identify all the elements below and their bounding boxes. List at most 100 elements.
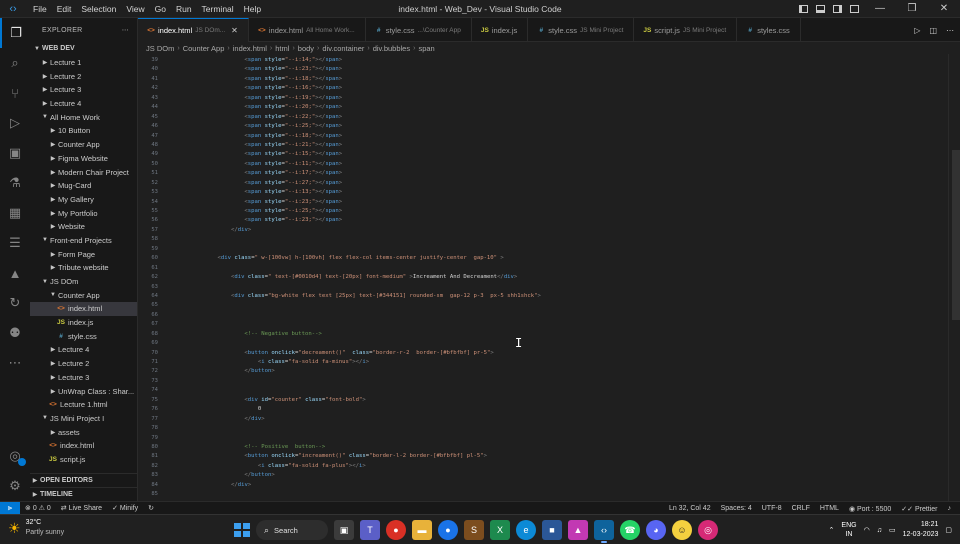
code-line[interactable]: <span style="--i:23;"></span> [204,198,944,207]
tab-close-icon[interactable]: ✕ [231,26,238,35]
breadcrumb-item[interactable]: body [298,44,314,53]
tree-file[interactable]: <> Lecture 1.html [30,398,137,412]
indentation[interactable]: Spaces: 4 [716,505,757,512]
code-line[interactable] [204,245,944,254]
code-line[interactable]: <span style="--i:18;"></span> [204,132,944,141]
code-line[interactable]: <span style="--i:18;"></span> [204,75,944,84]
breadcrumb-item[interactable]: Counter App [183,44,225,53]
breadcrumb-item[interactable]: div.bubbles [373,44,410,53]
tree-folder[interactable]: ▼ Counter App [30,288,137,302]
split-editor-icon[interactable]: ◫ [929,26,937,35]
code-line[interactable] [204,320,944,329]
tree-file[interactable]: JS script.js [30,453,137,467]
snapchat-icon[interactable]: ☺ [672,520,692,540]
code-line[interactable] [204,301,944,310]
deploy-icon[interactable]: ▲ [0,258,30,288]
code-line[interactable]: 0 [204,405,944,414]
notification-icon[interactable]: ▢ [945,526,952,534]
code-line[interactable]: <span style="--i:14;"></span> [204,56,944,65]
code-line[interactable]: <div class=" text-[#0010d4] text-[20px] … [204,273,944,282]
remote-indicator-icon[interactable]: ⫸ [0,501,20,515]
minimize-button[interactable]: — [864,0,896,18]
tree-folder[interactable]: ▶ Form Page [30,247,137,261]
tree-folder[interactable]: ▼ JS Mini Project I [30,412,137,426]
tree-folder[interactable]: ▶ Lecture 3 [30,371,137,385]
code-line[interactable]: <button onclick="decreament()" class="bo… [204,349,944,358]
menu-view[interactable]: View [121,0,149,18]
photos-icon[interactable]: ▲ [568,520,588,540]
tree-folder[interactable]: ▶ Lecture 1 [30,56,137,70]
volume-icon[interactable]: ♫ [877,527,882,534]
code-line[interactable]: <span style="--i:21;"></span> [204,141,944,150]
notifications-bell-icon[interactable]: ♪ [943,505,957,512]
more-actions-icon[interactable]: ⋯ [946,26,954,35]
tree-folder[interactable]: ▶ UnWrap Class : Shar... [30,384,137,398]
remote-explorer-icon[interactable]: ▣ [0,138,30,168]
extensions-icon[interactable]: ▦ [0,198,30,228]
settings-gear-icon[interactable]: ⚙ [0,471,30,501]
explorer-icon[interactable]: ❐ [0,18,30,48]
tree-folder[interactable]: ▶ Mug-Card [30,179,137,193]
encoding[interactable]: UTF-8 [757,505,787,512]
live-share-button[interactable]: ⇄ Live Share [56,504,107,512]
editor-scrollbar[interactable] [948,54,960,501]
tree-folder[interactable]: ▼ All Home Work [30,110,137,124]
live-share-icon[interactable]: ↻ [0,288,30,318]
tray-overflow-icon[interactable]: ⌃ [829,526,835,534]
code-lines[interactable]: <span style="--i:14;"></span> <span styl… [204,56,944,500]
chrome-icon[interactable]: ● [386,520,406,540]
editor-tab[interactable]: # styles.css [737,18,801,42]
menu-selection[interactable]: Selection [76,0,121,18]
language-indicator[interactable]: ENG IN [841,521,856,539]
code-line[interactable]: <div class=" w-[100vw] h-[100vh] flex fl… [204,254,944,263]
run-icon[interactable]: ▷ [914,26,920,35]
code-line[interactable]: <div class="bg-white flex text [25px] te… [204,292,944,301]
menu-go[interactable]: Go [150,0,171,18]
code-line[interactable] [204,311,944,320]
code-line[interactable]: <div id="counter" class="font-bold"> [204,396,944,405]
tree-folder[interactable]: ▶ Figma Website [30,152,137,166]
tree-folder[interactable]: ▶ Tribute website [30,261,137,275]
testing-icon[interactable]: ⚗ [0,168,30,198]
breadcrumb-item[interactable]: div.container [322,44,364,53]
code-line[interactable]: </div> [204,415,944,424]
source-control-icon[interactable]: ⑂ [0,78,30,108]
tree-folder[interactable]: ▼ JS DOm [30,275,137,289]
code-line[interactable] [204,386,944,395]
toggle-secondary-sidebar-icon[interactable] [830,3,844,15]
code-line[interactable]: <!-- Positive button--> [204,443,944,452]
code-line[interactable] [204,434,944,443]
run-debug-icon[interactable]: ▷ [0,108,30,138]
breadcrumb-item[interactable]: span [418,44,434,53]
tree-folder[interactable]: ▶ Website [30,220,137,234]
code-line[interactable]: <span style="--i:25;"></span> [204,207,944,216]
code-line[interactable]: <span style="--i:23;"></span> [204,65,944,74]
tree-file[interactable]: <> index.html [30,302,137,316]
tree-folder[interactable]: ▶ 10 Button [30,124,137,138]
close-button[interactable]: ✕ [928,0,960,18]
tree-folder[interactable]: ▶ Counter App [30,138,137,152]
editor-tab[interactable]: JS index.js [472,18,529,42]
discord-icon[interactable]: ◕ [646,520,666,540]
instagram-icon[interactable]: ◎ [698,520,718,540]
tree-file[interactable]: # style.css [30,329,137,343]
sync-icon[interactable]: ↻ [143,504,159,512]
vscode-taskbar-icon[interactable]: ‹› [594,520,614,543]
tree-folder[interactable]: ▶ assets [30,425,137,439]
code-line[interactable]: <span style="--i:11;"></span> [204,160,944,169]
chrome-profile-icon[interactable]: ● [438,520,458,540]
scrollbar-thumb[interactable] [952,150,960,320]
code-line[interactable] [204,339,944,348]
code-line[interactable]: <span style="--i:27;"></span> [204,179,944,188]
menu-file[interactable]: File [28,0,52,18]
breadcrumb-item[interactable]: index.html [233,44,267,53]
code-line[interactable] [204,283,944,292]
language-mode[interactable]: HTML [815,505,844,512]
restore-button[interactable]: ❒ [896,0,928,18]
problems-indicator[interactable]: ⊗ 0 ⚠ 0 [20,504,56,512]
docker-icon[interactable]: ☰ [0,228,30,258]
code-line[interactable] [204,235,944,244]
cursor-position[interactable]: Ln 32, Col 42 [664,505,716,512]
tree-folder[interactable]: ▼ Front-end Projects [30,234,137,248]
editor-tab[interactable]: <> index.html All Home Work... [249,18,366,42]
